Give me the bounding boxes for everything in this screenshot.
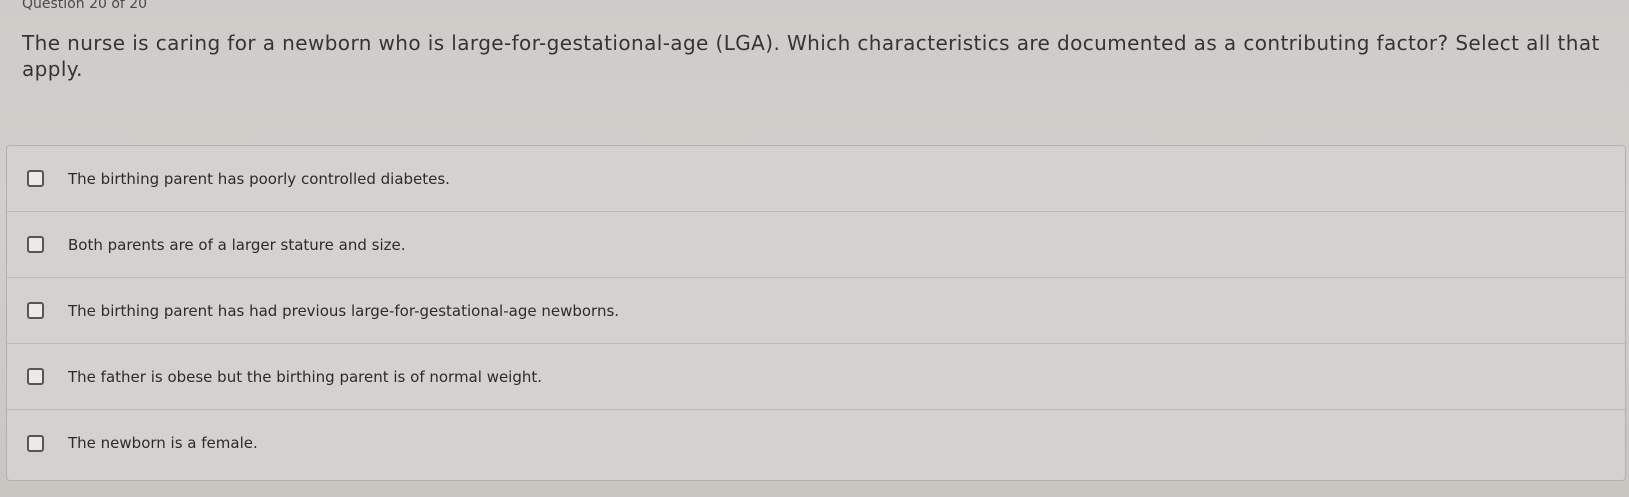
checkbox[interactable] — [27, 302, 44, 319]
answer-options-list: The birthing parent has poorly controlle… — [6, 145, 1626, 481]
checkbox[interactable] — [27, 434, 44, 452]
answer-option[interactable]: The birthing parent has had previous lar… — [7, 278, 1625, 344]
checkbox[interactable] — [27, 368, 44, 385]
question-counter: Question 20 of 20 — [22, 0, 148, 12]
answer-option-label: The birthing parent has had previous lar… — [68, 301, 620, 320]
answer-option[interactable]: Both parents are of a larger stature and… — [7, 212, 1625, 278]
answer-option[interactable]: The father is obese but the birthing par… — [7, 344, 1625, 410]
checkbox[interactable] — [27, 170, 44, 187]
answer-option-label: The newborn is a female. — [68, 434, 258, 452]
checkbox[interactable] — [27, 236, 44, 253]
answer-option-label: Both parents are of a larger stature and… — [68, 235, 406, 254]
answer-option[interactable]: The newborn is a female. — [7, 410, 1625, 476]
question-text: The nurse is caring for a newborn who is… — [22, 31, 1600, 81]
answer-option[interactable]: The birthing parent has poorly controlle… — [7, 146, 1625, 212]
answer-option-label: The birthing parent has poorly controlle… — [68, 169, 450, 188]
answer-option-label: The father is obese but the birthing par… — [68, 367, 543, 386]
quiz-page: Question 20 of 20 The nurse is caring fo… — [0, 0, 1629, 497]
